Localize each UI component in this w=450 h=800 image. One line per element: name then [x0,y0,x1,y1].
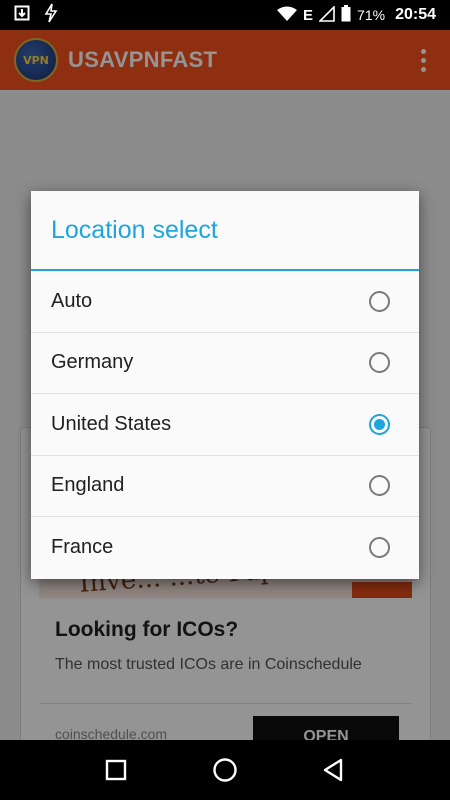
status-bar: E 71% 20:54 [0,0,450,30]
clock: 20:54 [395,6,436,23]
circle-home-icon[interactable] [205,750,245,790]
option-france[interactable]: France [31,517,419,579]
option-england[interactable]: England [31,456,419,517]
screenshot-icon [14,5,30,26]
triangle-back-icon[interactable] [314,750,354,790]
square-recents-icon[interactable] [96,750,136,790]
flash-icon [44,3,58,28]
battery-icon [341,5,351,25]
location-options-list: Auto Germany United States England Franc… [31,271,419,579]
radio-button[interactable] [369,352,390,374]
option-united-states[interactable]: United States [31,394,419,456]
option-label: England [51,474,125,497]
signal-icon [318,4,335,25]
option-label: Auto [51,289,93,312]
option-label: United States [51,412,172,435]
network-type-label: E [303,6,314,24]
wifi-icon [277,6,298,25]
battery-percent: 71% [357,7,386,23]
option-auto[interactable]: Auto [31,271,419,333]
radio-button[interactable] [369,290,390,312]
navigation-bar [0,740,450,800]
location-select-dialog: Location select Auto Germany United Stat… [31,191,419,579]
option-germany[interactable]: Germany [31,333,419,394]
dialog-title: Location select [31,191,419,271]
radio-button[interactable] [369,475,390,497]
radio-button[interactable] [369,537,390,559]
radio-button[interactable] [369,413,390,435]
option-label: Germany [51,351,134,374]
option-label: France [51,536,114,559]
